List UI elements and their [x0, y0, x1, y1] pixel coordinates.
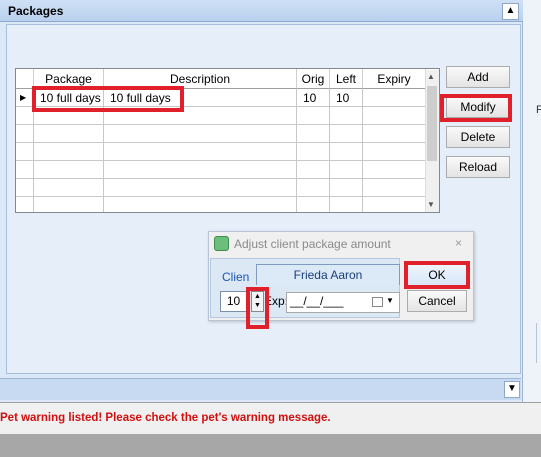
table-row[interactable]	[104, 197, 297, 212]
table-row[interactable]	[363, 125, 426, 143]
panel-title: Packages	[8, 4, 64, 18]
bottom-bar	[0, 434, 541, 457]
scroll-down-icon[interactable]: ▼	[427, 200, 435, 209]
highlight-ok-button	[404, 261, 470, 289]
scroll-up-icon[interactable]: ▲	[427, 72, 435, 81]
table-row[interactable]	[330, 161, 363, 179]
table-row[interactable]	[330, 107, 363, 125]
table-row[interactable]	[104, 125, 297, 143]
table-row[interactable]	[297, 197, 330, 212]
app-icon	[214, 236, 229, 251]
table-row[interactable]	[330, 179, 363, 197]
amount-input[interactable]: 10	[220, 291, 247, 312]
column-header-orig[interactable]: Orig	[297, 69, 330, 89]
table-row[interactable]	[16, 143, 34, 161]
collapse-button[interactable]: ▲	[502, 3, 519, 20]
close-icon[interactable]: ×	[455, 236, 462, 250]
column-header-expiry[interactable]: Expiry	[363, 69, 426, 89]
cancel-button[interactable]: Cancel	[407, 290, 467, 312]
table-row[interactable]	[34, 179, 104, 197]
table-row[interactable]	[16, 197, 34, 212]
dialog-title: Adjust client package amount	[234, 237, 391, 251]
highlight-package-row	[32, 86, 184, 112]
right-pane-fragment: F	[536, 104, 541, 116]
table-row[interactable]	[34, 143, 104, 161]
calendar-icon[interactable]	[372, 297, 383, 307]
delete-button[interactable]: Delete	[446, 126, 510, 148]
table-row[interactable]	[363, 197, 426, 212]
panel-header	[0, 0, 523, 22]
cell-orig[interactable]: 10	[297, 89, 330, 107]
table-row[interactable]	[34, 125, 104, 143]
reload-button[interactable]: Reload	[446, 156, 510, 178]
cell-left[interactable]: 10	[330, 89, 363, 107]
table-row[interactable]	[297, 179, 330, 197]
table-row[interactable]	[34, 197, 104, 212]
table-row[interactable]	[330, 197, 363, 212]
exp-date-value[interactable]: __/__/___	[290, 294, 343, 308]
client-label: Clien	[222, 270, 250, 284]
table-row[interactable]	[297, 161, 330, 179]
table-row[interactable]	[16, 125, 34, 143]
table-row[interactable]	[330, 143, 363, 161]
table-row[interactable]	[16, 161, 34, 179]
table-row[interactable]	[363, 161, 426, 179]
panel-footer	[0, 378, 521, 400]
table-row[interactable]	[330, 125, 363, 143]
table-row[interactable]	[363, 143, 426, 161]
highlight-modify-button	[440, 94, 512, 122]
table-row[interactable]	[104, 179, 297, 197]
table-row[interactable]	[34, 161, 104, 179]
table-row[interactable]	[297, 143, 330, 161]
table-row[interactable]	[16, 179, 34, 197]
highlight-spinner	[246, 287, 269, 329]
scroll-thumb[interactable]	[427, 86, 437, 161]
divider	[536, 323, 537, 363]
chevron-down-icon[interactable]: ▼	[386, 296, 394, 305]
table-row[interactable]	[363, 107, 426, 125]
table-row[interactable]	[363, 179, 426, 197]
table-row[interactable]	[297, 125, 330, 143]
add-button[interactable]: Add	[446, 66, 510, 88]
column-header-left[interactable]: Left	[330, 69, 363, 89]
table-row[interactable]	[104, 161, 297, 179]
table-row[interactable]	[104, 143, 297, 161]
client-name-tab[interactable]: Frieda Aaron	[256, 264, 400, 285]
right-pane-edge	[523, 0, 541, 402]
table-row[interactable]	[297, 107, 330, 125]
cell-expiry[interactable]	[363, 89, 426, 107]
expand-button[interactable]: ▼	[504, 381, 520, 398]
pet-warning-message: Pet warning listed! Please check the pet…	[0, 412, 331, 424]
